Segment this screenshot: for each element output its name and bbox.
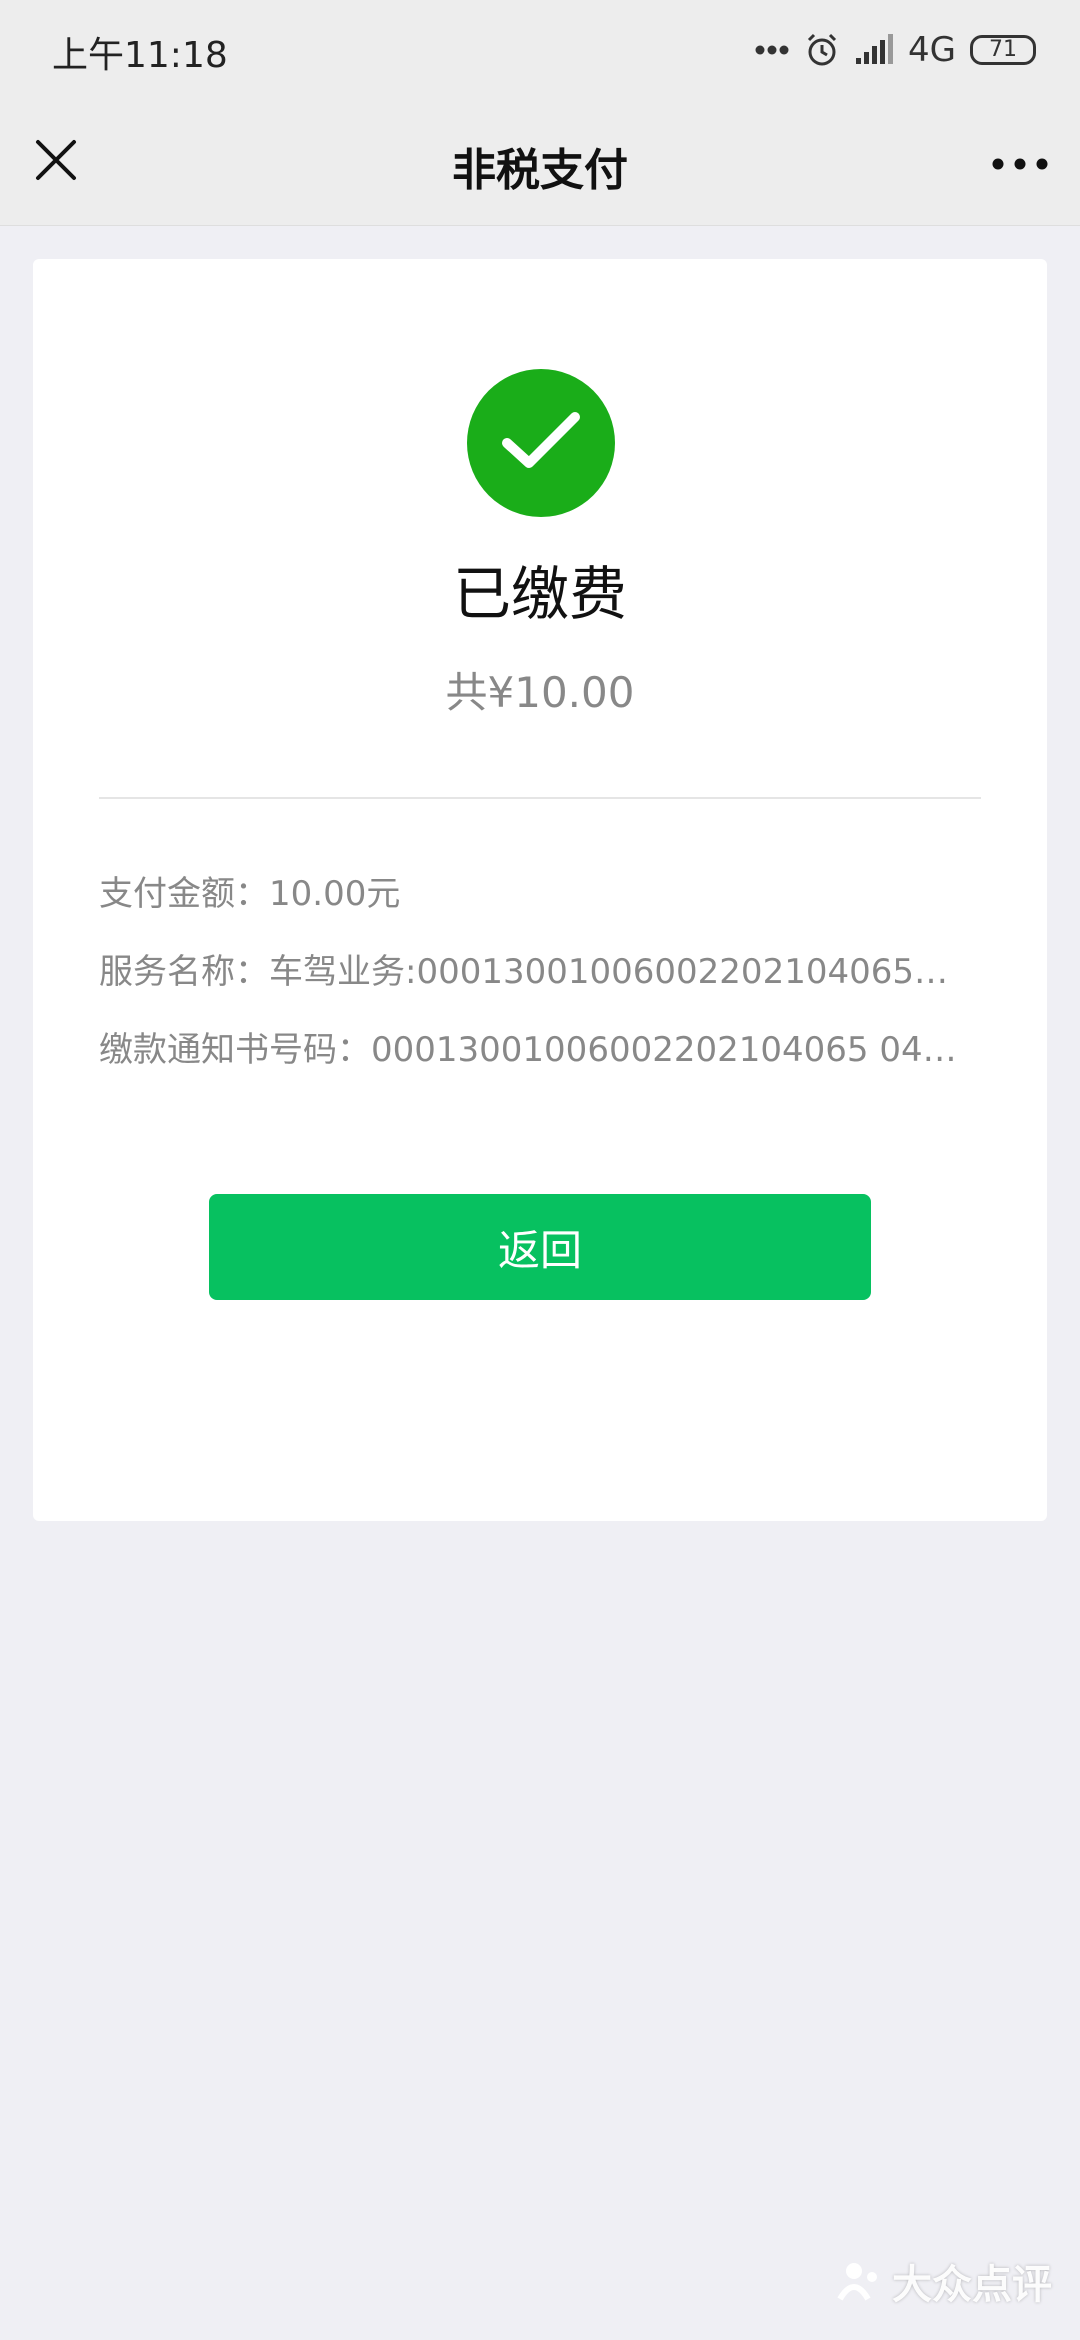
detail-value: 00013001006002202104065 04… [371,1030,957,1070]
battery-icon: 71 [970,35,1036,65]
status-icons: 4G 71 [754,28,1036,72]
divider [99,797,981,799]
payment-status: 已缴费 [452,560,627,628]
alarm-icon [807,33,837,66]
success-check-icon [467,369,615,517]
status-time: 上午11:18 [52,35,228,76]
page-title: 非税支付 [452,145,628,196]
more-notifications-icon [755,45,789,55]
payment-result-card: 已缴费 共¥10.00 支付金额： 10.00元 服务名称： 车驾业务:0001… [33,259,1047,1521]
detail-label: 服务名称： [99,952,269,992]
detail-row-amount: 支付金额： 10.00元 [99,855,999,933]
detail-value: 车驾业务:00013001006002202104065… [269,952,948,992]
watermark-text: 大众点评 [892,2262,1052,2308]
signal-icon [856,34,894,64]
navigation-bar: 非税支付 [0,100,1080,226]
status-bar: 上午11:18 4G 71 [0,0,1080,100]
payment-details: 支付金额： 10.00元 服务名称： 车驾业务:0001300100600220… [99,855,999,1089]
detail-label: 缴款通知书号码： [99,1030,371,1070]
detail-value: 10.00元 [269,874,401,914]
detail-row-service: 服务名称： 车驾业务:00013001006002202104065… [99,933,999,1011]
total-amount: 共¥10.00 [445,668,635,717]
dianping-logo-icon [837,2263,877,2301]
more-options-icon[interactable] [990,144,1050,184]
detail-label: 支付金额： [99,874,269,914]
return-button[interactable]: 返回 [209,1194,871,1300]
detail-row-notice-number: 缴款通知书号码： 00013001006002202104065 04… [99,1011,999,1089]
watermark: 大众点评 [836,2252,1052,2310]
network-type: 4G [908,30,956,70]
